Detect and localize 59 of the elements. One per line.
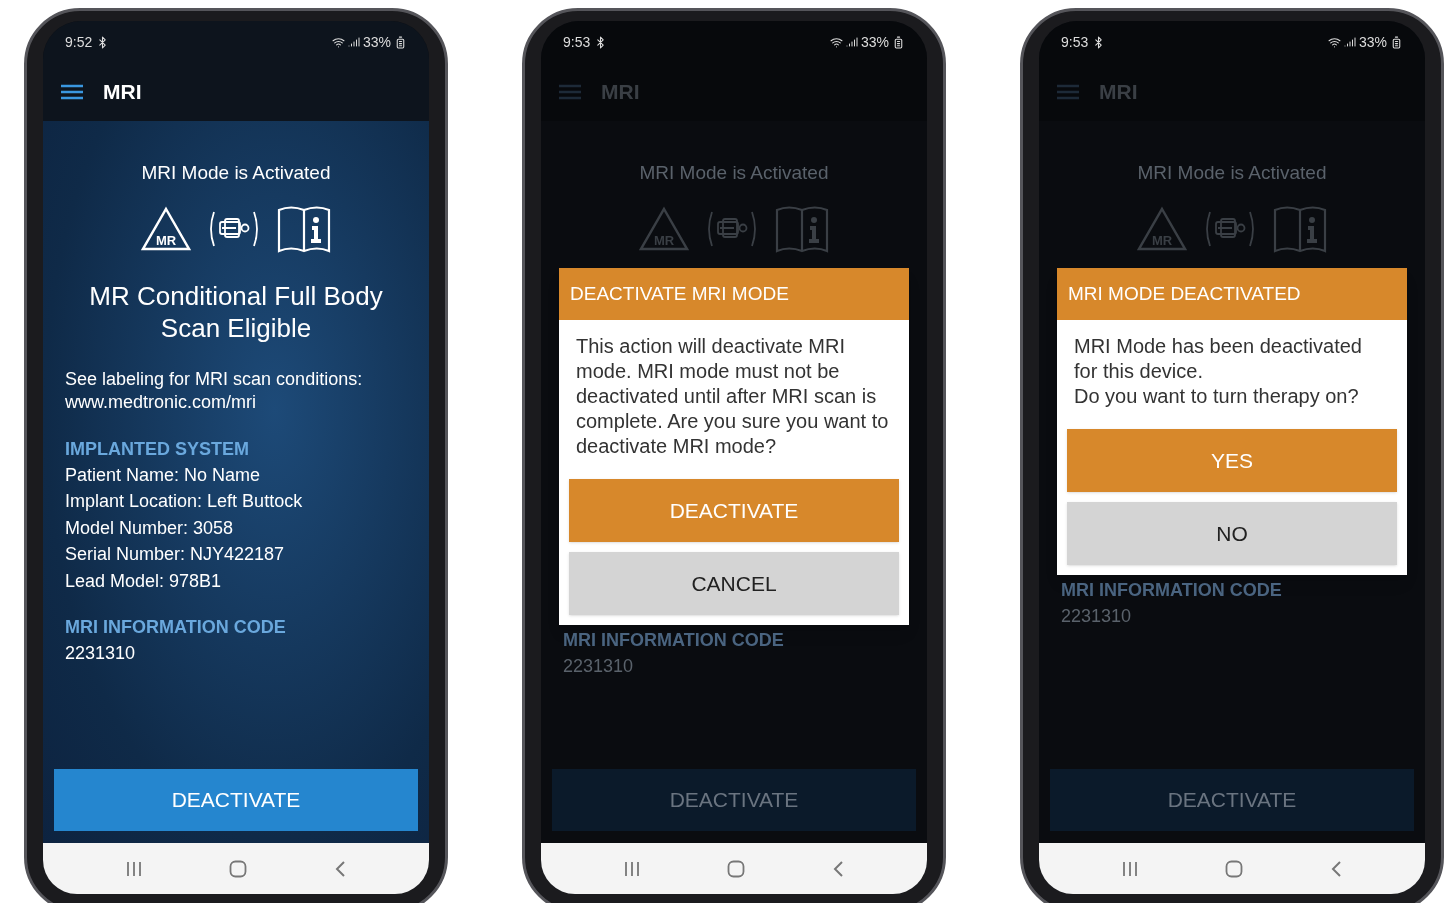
labeling-url[interactable]: www.medtronic.com/mri	[65, 390, 407, 414]
system-detail: Model Number: 3058	[65, 516, 235, 540]
information-code: 2231310	[563, 655, 635, 678]
deactivate-button[interactable]: DEACTIVATE	[552, 769, 916, 831]
confirm-button[interactable]: YES	[1067, 429, 1397, 492]
mode-status: MRI Mode is Activated	[638, 161, 830, 185]
system-detail: Patient Name: No Name	[65, 463, 262, 487]
battery-icon	[892, 35, 905, 49]
recent-apps-icon[interactable]	[624, 860, 641, 877]
information-code: 2231310	[1061, 605, 1133, 628]
section-heading: MRI INFORMATION CODE	[1061, 579, 1283, 602]
menu-icon[interactable]	[61, 84, 83, 100]
system-detail: Implant Location: Left Buttock	[65, 490, 304, 513]
dialog-message: MRI Mode has been deactivated for this device.	[1074, 334, 1363, 384]
dialog-title: DEACTIVATE MRI MODE	[559, 267, 909, 320]
information-code: 2231310	[65, 642, 137, 665]
app-title: MRI	[1099, 79, 1138, 106]
app-title: MRI	[103, 79, 142, 106]
deactivate-button[interactable]: DEACTIVATE	[1050, 769, 1414, 831]
cancel-button[interactable]: CANCEL	[569, 552, 899, 615]
wifi-icon	[331, 35, 345, 49]
recent-apps-icon[interactable]	[126, 860, 143, 877]
back-icon[interactable]	[1329, 859, 1342, 878]
cancel-button[interactable]: NO	[1067, 502, 1397, 565]
status-time: 9:53	[563, 32, 591, 52]
battery-percent: 33%	[1358, 32, 1387, 52]
battery-percent: 33%	[362, 32, 391, 52]
eligibility-heading: MR Conditional Full Body Scan Eligible	[88, 279, 384, 344]
section-heading: IMPLANTED SYSTEM	[65, 437, 250, 461]
back-icon[interactable]	[333, 859, 346, 878]
manual-info-icon	[276, 203, 332, 254]
status-time: 9:53	[1061, 32, 1089, 52]
dialog-message: Do you want to turn therapy on?	[1074, 384, 1360, 409]
status-time: 9:52	[65, 32, 93, 52]
home-icon[interactable]	[727, 859, 745, 878]
wifi-icon	[1327, 35, 1341, 49]
section-heading: MRI INFORMATION CODE	[563, 629, 785, 652]
deactivate-button[interactable]: DEACTIVATE	[54, 769, 418, 831]
home-icon[interactable]	[229, 859, 247, 878]
battery-percent: 33%	[860, 32, 889, 52]
wifi-icon	[829, 35, 843, 49]
battery-icon	[394, 35, 407, 49]
system-detail: Serial Number: NJY422187	[65, 543, 286, 566]
battery-icon	[1390, 35, 1403, 49]
back-icon[interactable]	[831, 859, 844, 878]
manual-info-icon	[1272, 203, 1328, 254]
manual-info-icon	[774, 203, 830, 254]
mode-status: MRI Mode is Activated	[1136, 161, 1328, 185]
mr-conditional-icon: MR	[140, 205, 192, 252]
recent-apps-icon[interactable]	[1122, 860, 1139, 877]
mode-status: MRI Mode is Activated	[140, 161, 332, 185]
confirm-button[interactable]: DEACTIVATE	[569, 479, 899, 542]
dialog-message: This action will deactivate MRI mode. MRI mode must not be deactivated until after MRI scan is complete. Are you sure you want to deactivate MRI mode?	[576, 334, 890, 459]
section-heading: MRI INFORMATION CODE	[65, 616, 287, 639]
home-icon[interactable]	[1225, 859, 1243, 878]
system-detail: Lead Model: 978B1	[65, 569, 223, 593]
app-title: MRI	[601, 79, 640, 106]
dialog-title: MRI MODE DEACTIVATED	[1057, 267, 1407, 320]
labeling-text: See labeling for MRI scan conditions:	[65, 367, 364, 391]
